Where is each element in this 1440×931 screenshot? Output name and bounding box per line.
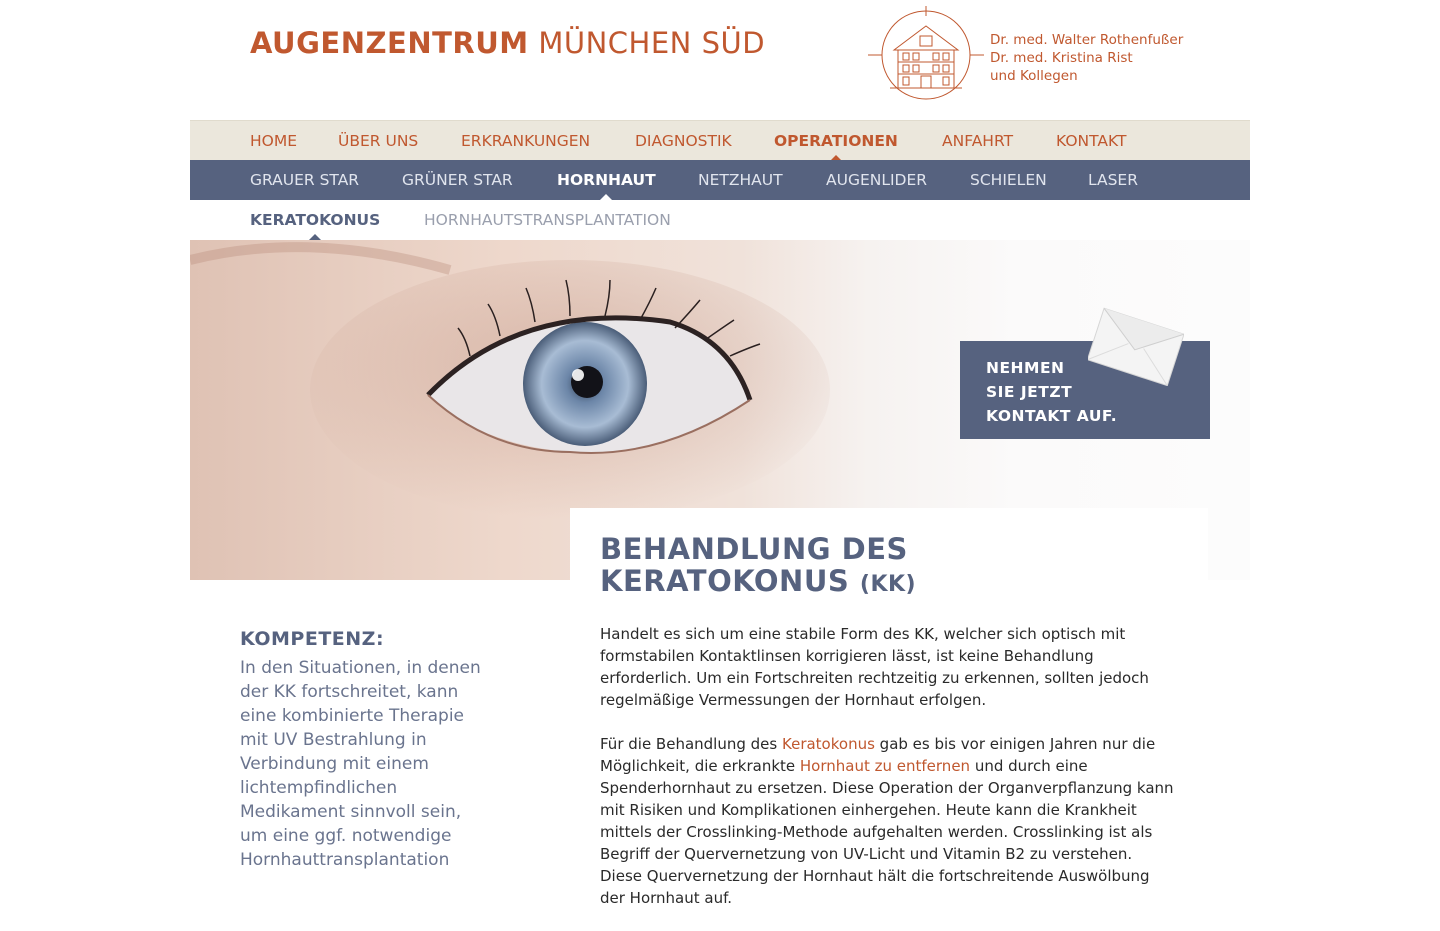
subnav-item-hornhaut[interactable]: HORNHAUT <box>557 160 656 200</box>
envelope-icon[interactable] <box>1088 306 1184 386</box>
tertiary-navigation: KERATOKONUS HORNHAUTSTRANSPLANTATION <box>190 200 1250 240</box>
subnav2-item-keratokonus[interactable]: KERATOKONUS <box>250 200 380 240</box>
nav-item-ueber-uns[interactable]: ÜBER UNS <box>338 121 418 161</box>
article-title-line: BEHANDLUNG DES <box>600 532 908 566</box>
clinic-building-logo[interactable] <box>868 6 984 104</box>
nav-item-diagnostik[interactable]: DIAGNOSTIK <box>635 121 732 161</box>
keratokonus-link[interactable]: Keratokonus <box>782 735 875 753</box>
article-paragraph: Handelt es sich um eine stabile Form des… <box>600 625 1149 709</box>
contact-cta-line: KONTAKT AUF. <box>986 407 1118 425</box>
article-title: BEHANDLUNG DES KERATOKONUS (KK) <box>600 533 916 601</box>
hornhaut-entfernen-link[interactable]: Hornhaut zu entfernen <box>800 757 970 775</box>
subnav-item-grauer-star[interactable]: GRAUER STAR <box>250 160 359 200</box>
subnav-item-laser[interactable]: LASER <box>1088 160 1138 200</box>
subnav-item-augenlider[interactable]: AUGENLIDER <box>826 160 927 200</box>
nav-item-operationen[interactable]: OPERATIONEN <box>774 121 898 161</box>
doctor-name: Dr. med. Kristina Rist <box>990 50 1133 66</box>
main-navigation: HOME ÜBER UNS ERKRANKUNGEN DIAGNOSTIK OP… <box>190 120 1250 161</box>
paragraph-text: und durch eine Spenderhornhaut zu ersetz… <box>600 757 1174 907</box>
nav-item-home[interactable]: HOME <box>250 121 297 161</box>
nav-item-anfahrt[interactable]: ANFAHRT <box>942 121 1013 161</box>
page: AUGENZENTRUM MÜNCHEN SÜD Dr. med. Walter… <box>190 0 1250 907</box>
subnav-item-gruener-star[interactable]: GRÜNER STAR <box>402 160 513 200</box>
site-title-light: MÜNCHEN SÜD <box>538 26 766 60</box>
site-title[interactable]: AUGENZENTRUM MÜNCHEN SÜD <box>250 26 765 60</box>
article-paragraph: Für die Behandlung des Keratokonus gab e… <box>600 733 1178 909</box>
subnav-item-schielen[interactable]: SCHIELEN <box>970 160 1047 200</box>
nav-item-kontakt[interactable]: KONTAKT <box>1056 121 1126 161</box>
sidebar-text: In den Situationen, in denen der KK fort… <box>240 658 481 870</box>
doctor-name: Dr. med. Walter Rothenfußer <box>990 32 1184 48</box>
sidebar-heading: KOMPETENZ: <box>240 628 385 650</box>
subnav2-item-hornhautstransplantation[interactable]: HORNHAUTSTRANSPLANTATION <box>424 200 671 240</box>
doctor-name: und Kollegen <box>990 68 1078 84</box>
article-title-abbreviation: (KK) <box>859 572 917 597</box>
sub-navigation: GRAUER STAR GRÜNER STAR HORNHAUT NETZHAU… <box>190 160 1250 200</box>
site-title-bold: AUGENZENTRUM <box>250 26 529 60</box>
article-title-line: KERATOKONUS <box>600 564 850 598</box>
nav-item-erkrankungen[interactable]: ERKRANKUNGEN <box>461 121 590 161</box>
paragraph-text: Für die Behandlung des <box>600 735 782 753</box>
doctors-list: Dr. med. Walter Rothenfußer Dr. med. Kri… <box>990 31 1183 85</box>
subnav-item-netzhaut[interactable]: NETZHAUT <box>698 160 783 200</box>
article-body: Handelt es sich um eine stabile Form des… <box>600 623 1178 931</box>
